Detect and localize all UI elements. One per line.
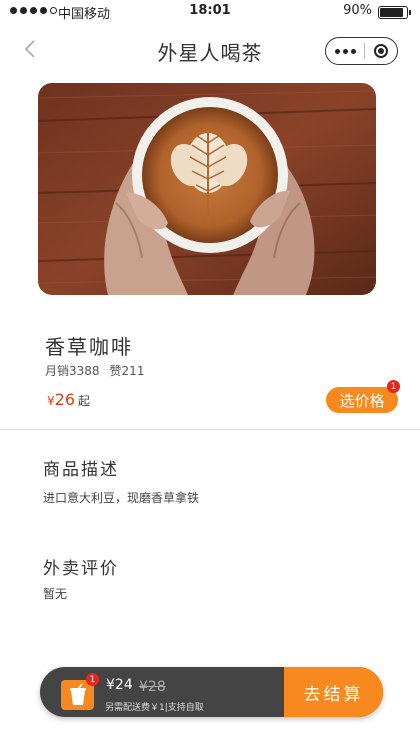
choose-price-button[interactable]: 选价格 1 (326, 380, 400, 413)
drink-cup-icon (69, 684, 86, 705)
status-bar: 中国移动 18:01 90% (0, 0, 420, 24)
reviews-title: 外卖评价 (43, 559, 119, 579)
product-stats: 月销3388 赞211 (45, 362, 144, 379)
close-miniprogram-icon[interactable] (365, 38, 397, 64)
monthly-sales: 月销3388 (45, 364, 100, 378)
product-image (38, 83, 376, 295)
delivery-fee-note: 另需配送费￥1|支持自取 (105, 703, 204, 713)
section-divider (0, 429, 420, 430)
description-title: 商品描述 (43, 460, 119, 480)
description-text: 进口意大利豆，现磨香草拿铁 (43, 491, 200, 505)
cart-icon[interactable]: 1 (61, 673, 99, 710)
price-value: 26 (54, 390, 75, 409)
checkout-button[interactable]: 去结算 (284, 667, 383, 717)
more-menu-icon[interactable] (326, 38, 364, 64)
battery-icon (378, 6, 411, 19)
battery-percent: 90% (343, 3, 372, 18)
cart-original-price: ¥28 (139, 679, 166, 695)
mini-program-capsule (325, 37, 398, 65)
nav-bar: 外星人喝茶 (0, 24, 420, 76)
product-name: 香草咖啡 (45, 335, 133, 359)
product-price: ¥26 起 (47, 390, 90, 409)
currency-symbol: ¥ (47, 394, 55, 408)
cart-total: ¥24 (106, 677, 133, 693)
choose-price-label: 选价格 (339, 391, 385, 410)
like-count: 赞211 (109, 364, 145, 378)
price-suffix: 起 (78, 394, 91, 408)
choose-price-badge: 1 (387, 380, 400, 393)
reviews-text: 暂无 (43, 587, 68, 601)
cart-count-badge: 1 (86, 673, 99, 686)
